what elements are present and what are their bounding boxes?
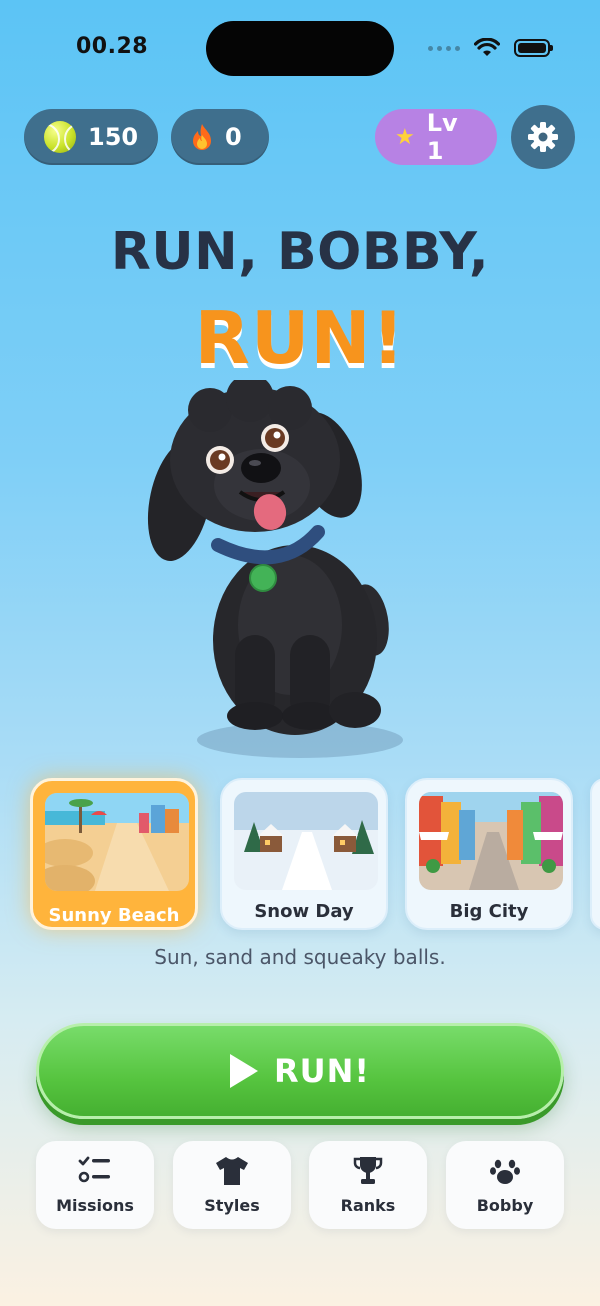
nav-label: Bobby [476, 1196, 534, 1215]
run-button-label: RUN! [274, 1052, 370, 1090]
coins-value: 150 [88, 123, 139, 151]
world-selector: Sunny Beach Snow Day Big City [0, 778, 600, 934]
paw-icon [490, 1159, 520, 1184]
fire-icon [193, 124, 211, 150]
settings-button[interactable] [511, 105, 575, 169]
nav-label: Styles [204, 1196, 260, 1215]
tennis-ball-icon [44, 121, 76, 153]
big-city-thumbnail [419, 792, 563, 890]
status-icons [428, 38, 553, 58]
game-title-line2: RUN! [194, 296, 406, 380]
world-card-sunny-beach[interactable]: Sunny Beach [30, 778, 198, 930]
world-tagline: Sun, sand and squeaky balls. [154, 945, 446, 969]
cellular-signal-icon [428, 45, 460, 51]
nav-missions[interactable]: Missions [36, 1141, 154, 1229]
trophy-icon [353, 1157, 383, 1184]
world-card-snow-day[interactable]: Snow Day [220, 778, 388, 930]
dog-character-illustration[interactable] [140, 374, 420, 760]
dog-icon [147, 374, 389, 735]
nav-bobby[interactable]: Bobby [446, 1141, 564, 1229]
star-icon: ★ [395, 124, 415, 150]
wifi-icon [474, 38, 500, 56]
sunny-beach-thumbnail [45, 793, 189, 891]
level-badge[interactable]: ★ Lv 1 [375, 109, 497, 165]
gear-icon [528, 122, 558, 152]
world-card-next-peek[interactable] [590, 778, 600, 930]
tshirt-icon [216, 1157, 248, 1185]
world-card-label: Snow Day [254, 901, 354, 922]
run-button[interactable]: RUN! [36, 1023, 564, 1119]
nav-label: Ranks [340, 1196, 396, 1215]
bottom-nav: Missions Styles Ranks Bobby [36, 1141, 564, 1231]
snow-day-thumbnail [234, 792, 378, 890]
level-value: Lv 1 [426, 109, 458, 165]
streak-counter[interactable]: 0 [171, 109, 269, 165]
streak-value: 0 [225, 123, 242, 151]
nav-styles[interactable]: Styles [173, 1141, 291, 1229]
battery-icon [514, 39, 553, 57]
game-title-line1: RUN, BOBBY, [110, 222, 490, 282]
world-card-label: Sunny Beach [48, 905, 180, 926]
world-card-big-city[interactable]: Big City [405, 778, 573, 930]
nav-ranks[interactable]: Ranks [309, 1141, 427, 1229]
world-card-label: Big City [449, 901, 529, 922]
dynamic-island [206, 21, 394, 76]
checklist-icon [78, 1156, 110, 1183]
status-time: 00.28 [76, 34, 149, 59]
play-icon [230, 1054, 258, 1088]
coins-counter[interactable]: 150 [24, 109, 158, 165]
nav-label: Missions [56, 1196, 134, 1215]
